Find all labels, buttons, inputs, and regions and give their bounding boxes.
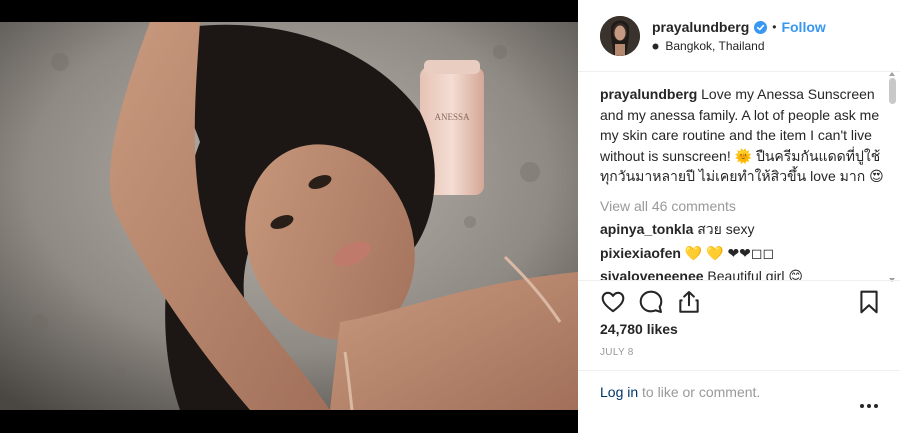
post-photo-panel: ANESSA	[0, 0, 578, 433]
post-photo[interactable]: ANESSA	[0, 22, 578, 410]
header-separator: •	[772, 20, 777, 34]
share-icon[interactable]	[676, 289, 702, 315]
comment-username[interactable]: apinya_tonkla	[600, 221, 693, 237]
bookmark-icon[interactable]	[856, 289, 882, 315]
post-caption: prayalundberg Love my Anessa Sunscreen a…	[600, 84, 886, 187]
login-link[interactable]: Log in	[600, 384, 638, 400]
verified-icon	[754, 20, 768, 34]
list-item: apinya_tonkla สวย sexy	[600, 219, 886, 240]
post-side-panel: prayalundberg • Follow Bangkok, Thailand…	[578, 0, 900, 433]
post-actions: 24,780 likes JULY 8	[578, 280, 900, 370]
location-pin-icon	[652, 39, 665, 53]
comments-scrollbar[interactable]	[888, 72, 896, 282]
list-item: pixiexiaofen 💛 💛 ❤❤◻◻	[600, 243, 886, 264]
login-prompt-text: to like or comment.	[638, 384, 761, 400]
follow-button[interactable]: Follow	[781, 19, 825, 35]
view-all-comments-button[interactable]: View all 46 comments	[600, 196, 886, 217]
comments-list[interactable]: prayalundberg Love my Anessa Sunscreen a…	[600, 84, 886, 280]
bottle-brand: ANESSA	[434, 112, 470, 122]
post-username[interactable]: prayalundberg	[652, 19, 749, 35]
heart-icon[interactable]	[600, 289, 626, 315]
scroll-thumb[interactable]	[889, 78, 896, 104]
comment-username[interactable]: siyaloveneenee	[600, 268, 704, 280]
likes-count[interactable]: 24,780 likes	[600, 321, 678, 337]
comment-icon[interactable]	[638, 289, 664, 315]
avatar[interactable]	[600, 16, 640, 56]
more-options-icon[interactable]	[860, 401, 880, 411]
comment-text: Beautiful girl 😊	[707, 268, 803, 280]
comment-text: 💛 💛 ❤❤◻◻	[684, 244, 775, 261]
post-location[interactable]: Bangkok, Thailand	[652, 39, 765, 53]
caption-username[interactable]: prayalundberg	[600, 86, 697, 102]
comment-text: สวย sexy	[697, 221, 755, 237]
post-header: prayalundberg • Follow Bangkok, Thailand	[578, 0, 900, 72]
list-item: siyaloveneenee Beautiful girl 😊	[600, 266, 886, 280]
post-date[interactable]: JULY 8	[600, 347, 634, 358]
comment-username[interactable]: pixiexiaofen	[600, 245, 681, 261]
login-prompt: Log in to like or comment.	[600, 384, 760, 400]
scroll-up-icon[interactable]	[889, 72, 895, 76]
post-footer: Log in to like or comment.	[578, 370, 900, 433]
location-label: Bangkok, Thailand	[665, 39, 765, 53]
